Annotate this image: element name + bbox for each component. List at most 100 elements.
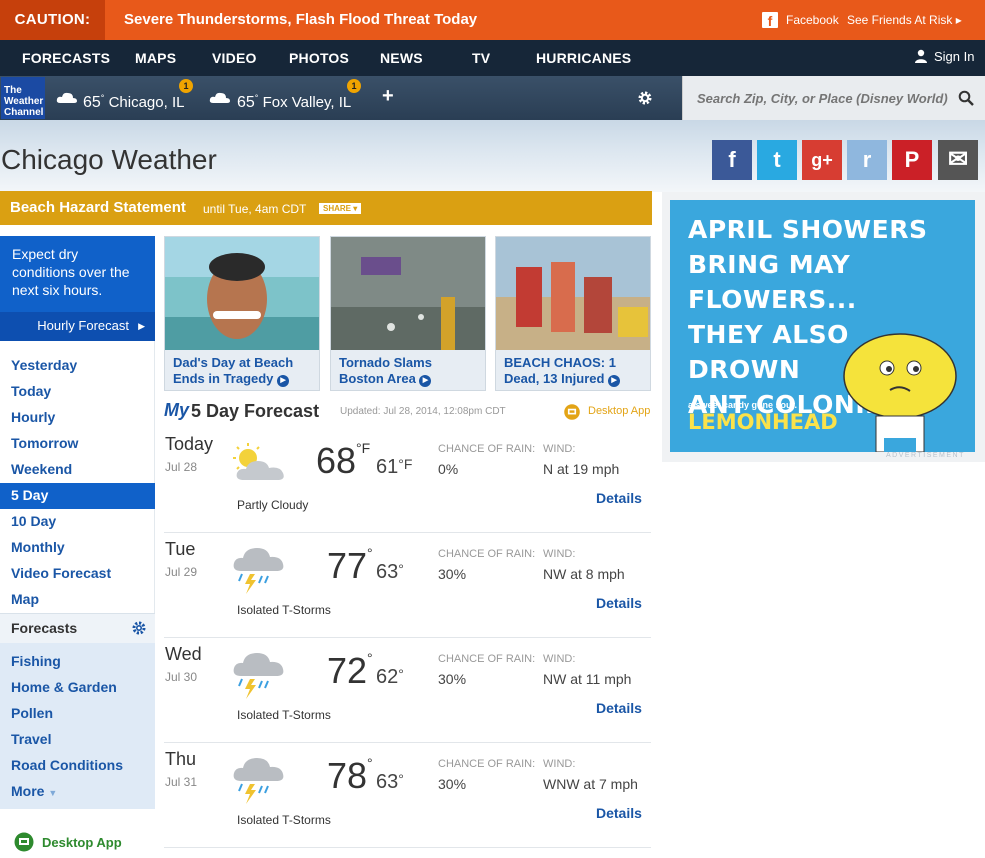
nav-maps[interactable]: MAPS — [135, 40, 176, 76]
nav-forecasts[interactable]: FORECASTS — [22, 40, 110, 76]
degree-symbol: ° — [100, 93, 105, 103]
forecast-section-title: 5 Day Forecast — [191, 401, 320, 421]
forecast-date: Jul 28 — [165, 460, 198, 474]
sidebar-item-home-garden[interactable]: Home & Garden — [11, 679, 117, 695]
location-name: Fox Valley, IL — [262, 94, 352, 111]
search-bar — [682, 76, 985, 120]
degree-unit: ° — [367, 755, 373, 771]
gear-icon[interactable] — [131, 620, 147, 636]
main-nav: FORECASTS MAPS VIDEO PHOTOS NEWS TV HURR… — [0, 40, 985, 76]
hourly-outlook-text: Expect dry conditions over the next six … — [0, 236, 155, 312]
forecast-row: Thu Jul 31 78° 63° CHANCE OF RAIN: 30% W… — [164, 743, 651, 848]
sidebar-item-weekend[interactable]: Weekend — [11, 461, 72, 477]
lemon-character-icon — [843, 333, 957, 452]
sidebar-item-road-conditions[interactable]: Road Conditions — [11, 757, 123, 773]
weather-channel-logo[interactable]: The Weather Channel — [1, 77, 45, 119]
forecast-high: 77° — [327, 545, 373, 587]
wind-label: WIND: — [543, 443, 576, 455]
low-temp: 63 — [376, 771, 399, 793]
nav-photos[interactable]: PHOTOS — [289, 40, 349, 76]
news-card[interactable]: BEACH CHAOS: 1 Dead, 13 Injured ▶ — [495, 236, 651, 391]
play-icon: ▶ — [277, 375, 290, 387]
news-card[interactable]: Tornado Slams Boston Area ▶ — [330, 236, 486, 391]
condition-text: Partly Cloudy — [237, 498, 309, 512]
play-icon: ▶ — [608, 375, 621, 387]
alert-badge[interactable]: 1 — [179, 79, 193, 93]
lemonhead-ad[interactable]: APRIL SHOWERS BRING MAY FLOWERS... THEY … — [670, 200, 975, 452]
sidebar-item-10-day[interactable]: 10 Day — [11, 513, 56, 529]
caution-banner[interactable]: CAUTION: Severe Thunderstorms, Flash Flo… — [0, 0, 985, 40]
details-link[interactable]: Details — [596, 700, 642, 716]
details-link[interactable]: Details — [596, 595, 642, 611]
search-input[interactable] — [697, 88, 953, 108]
desktop-app-icon[interactable] — [13, 832, 35, 852]
add-location-button[interactable]: + — [382, 85, 394, 108]
chance-of-rain-label: CHANCE OF RAIN: — [438, 548, 536, 560]
sidebar-item-pollen[interactable]: Pollen — [11, 705, 53, 721]
facebook-share-icon[interactable]: f — [712, 140, 752, 180]
twitter-share-icon[interactable]: t — [757, 140, 797, 180]
sidebar-item-map[interactable]: Map — [11, 591, 39, 607]
location-name: Chicago, IL — [108, 94, 185, 111]
hourly-forecast-link[interactable]: Hourly Forecast ▶ — [0, 312, 155, 341]
condition-text: Isolated T-Storms — [237, 708, 331, 722]
sidebar-item-today[interactable]: Today — [11, 383, 51, 399]
sign-in-link[interactable]: Sign In — [934, 40, 974, 73]
share-button[interactable]: SHARE ▾ — [319, 203, 362, 214]
nav-video[interactable]: VIDEO — [212, 40, 257, 76]
sidebar-item-video-forecast[interactable]: Video Forecast — [11, 565, 111, 581]
sidebar-item-hourly[interactable]: Hourly — [11, 409, 55, 425]
forecast-date: Jul 29 — [165, 565, 198, 579]
facebook-icon[interactable]: f — [762, 12, 778, 29]
nav-hurricanes[interactable]: HURRICANES — [536, 40, 631, 76]
settings-gear-icon[interactable] — [637, 90, 653, 106]
user-icon[interactable] — [914, 49, 928, 63]
forecast-day: Tue — [165, 539, 196, 559]
desktop-app-icon[interactable] — [563, 403, 581, 421]
forecast-date: Jul 30 — [165, 670, 198, 684]
details-link[interactable]: Details — [596, 805, 642, 821]
forecast-row: Today Jul 28 68°F 61°F CHANCE OF RAIN: 0… — [164, 428, 651, 533]
desktop-app-link[interactable]: Desktop App — [42, 835, 122, 850]
nav-tv[interactable]: TV — [472, 40, 490, 76]
details-link[interactable]: Details — [596, 490, 642, 506]
chance-of-rain-label: CHANCE OF RAIN: — [438, 758, 536, 770]
desktop-app-link[interactable]: Desktop App — [588, 405, 650, 417]
sidebar-item-tomorrow[interactable]: Tomorrow — [11, 435, 78, 451]
news-photo — [331, 237, 485, 350]
sidebar-item-yesterday[interactable]: Yesterday — [11, 357, 77, 373]
caution-label: CAUTION: — [0, 0, 105, 40]
sidebar-item-more[interactable]: More ▼ — [11, 783, 57, 799]
degree-unit: ° — [367, 650, 373, 666]
search-icon[interactable] — [958, 90, 974, 106]
news-photo — [165, 237, 319, 350]
reddit-share-icon[interactable]: r — [847, 140, 887, 180]
googleplus-share-icon[interactable]: g+ — [802, 140, 842, 180]
more-label: More — [11, 783, 45, 799]
news-photo — [496, 237, 650, 350]
ad-line: APRIL SHOWERS — [688, 215, 928, 244]
high-temp: 68 — [316, 440, 357, 481]
sidebar-item-travel[interactable]: Travel — [11, 731, 51, 747]
chance-of-rain-label: CHANCE OF RAIN: — [438, 653, 536, 665]
see-friends-link[interactable]: See Friends At Risk ▸ — [847, 0, 962, 40]
high-temp: 77 — [327, 545, 368, 586]
sidebar-item-monthly[interactable]: Monthly — [11, 539, 65, 555]
email-share-icon[interactable]: ✉ — [938, 140, 978, 180]
degree-symbol: ° — [254, 93, 259, 103]
alert-badge[interactable]: 1 — [347, 79, 361, 93]
page-title: Chicago Weather — [1, 144, 217, 175]
forecast-high: 72° — [327, 650, 373, 692]
hourly-forecast-label: Hourly Forecast — [37, 318, 129, 333]
nav-news[interactable]: NEWS — [380, 40, 423, 76]
caution-message[interactable]: Severe Thunderstorms, Flash Flood Threat… — [124, 0, 477, 40]
sidebar-item-5-day[interactable]: 5 Day — [11, 487, 48, 503]
ad-brand: LEMONHEAD — [688, 410, 838, 434]
pinterest-share-icon[interactable]: P — [892, 140, 932, 180]
news-caption-text: Tornado Slams Boston Area — [339, 355, 432, 386]
news-card[interactable]: Dad's Day at Beach Ends in Tragedy ▶ — [164, 236, 320, 391]
sidebar-item-fishing[interactable]: Fishing — [11, 653, 61, 669]
facebook-link[interactable]: Facebook — [786, 0, 839, 40]
advertisement-label: ADVERTISEMENT — [886, 452, 965, 459]
forecasts-section-header: Forecasts — [0, 613, 155, 643]
